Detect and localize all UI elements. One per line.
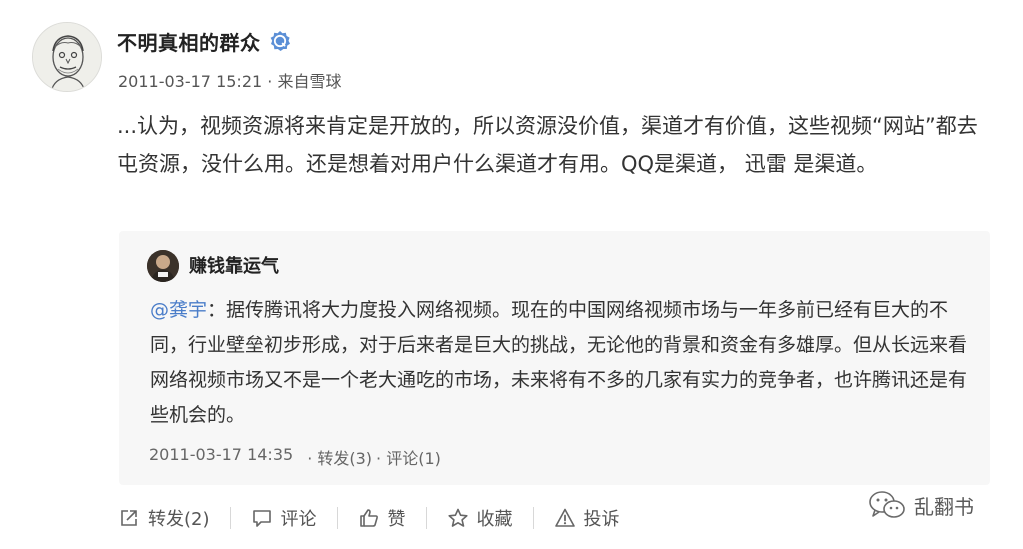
repost-text: @龚宇：据传腾讯将大力度投入网络视频。现在的中国网络视频市场与一年多前已经有巨大…	[150, 293, 970, 433]
like-label: 赞	[387, 509, 406, 530]
avatar-sketch-image	[33, 23, 101, 91]
forward-label: 转发(2)	[148, 509, 210, 530]
divider	[229, 507, 231, 529]
repost-author-avatar[interactable]	[147, 250, 179, 282]
repost-author-name[interactable]: 赚钱靠运气	[189, 252, 279, 278]
author-avatar[interactable]	[32, 22, 102, 92]
wechat-icon	[869, 491, 905, 518]
comment-icon	[252, 510, 271, 527]
watermark-label: 乱翻书	[914, 494, 974, 519]
post-header: 不明真相的群众	[117, 26, 291, 56]
action-bar: 转发(2) 评论 赞 收藏 投诉	[118, 503, 620, 533]
divider	[532, 507, 534, 529]
thumbs-up-icon	[359, 509, 378, 527]
comment-button[interactable]: 评论	[251, 505, 317, 531]
watermark: 乱翻书	[868, 490, 974, 520]
mention-link[interactable]: @龚宇	[150, 299, 207, 321]
verified-badge-icon	[269, 30, 291, 52]
repost-forward-count[interactable]: · 转发(3)	[307, 445, 372, 469]
comment-label: 评论	[280, 509, 317, 530]
favorite-button[interactable]: 收藏	[447, 505, 513, 531]
favorite-label: 收藏	[476, 509, 513, 530]
divider	[336, 507, 338, 529]
repost-card: 赚钱靠运气 @龚宇：据传腾讯将大力度投入网络视频。现在的中国网络视频市场与一年多…	[119, 231, 990, 485]
post-timestamp[interactable]: 2011-03-17 15:21	[118, 72, 262, 91]
divider	[425, 507, 427, 529]
forward-button[interactable]: 转发(2)	[118, 505, 210, 531]
post-meta: 2011-03-17 15:21 · 来自雪球	[118, 68, 341, 92]
like-button[interactable]: 赞	[358, 505, 406, 531]
repost-body: ：据传腾讯将大力度投入网络视频。现在的中国网络视频市场与一年多前已经有巨大的不同…	[150, 299, 968, 426]
repost-comment-count[interactable]: · 评论(1)	[376, 445, 441, 469]
warning-icon	[554, 508, 575, 527]
report-button[interactable]: 投诉	[554, 505, 620, 531]
post-text: ...认为，视频资源将来肯定是开放的，所以资源没价值，渠道才有价值，这些视频“网…	[117, 114, 978, 176]
share-icon	[121, 510, 137, 526]
post-source: · 来自雪球	[267, 72, 342, 91]
star-icon	[447, 508, 468, 527]
author-name[interactable]: 不明真相的群众	[117, 27, 261, 56]
repost-avatar-image	[147, 250, 179, 282]
report-label: 投诉	[583, 509, 620, 530]
repost-timestamp[interactable]: 2011-03-17 14:35	[149, 445, 293, 469]
repost-meta: 2011-03-17 14:35 · 转发(3) · 评论(1)	[149, 445, 441, 469]
